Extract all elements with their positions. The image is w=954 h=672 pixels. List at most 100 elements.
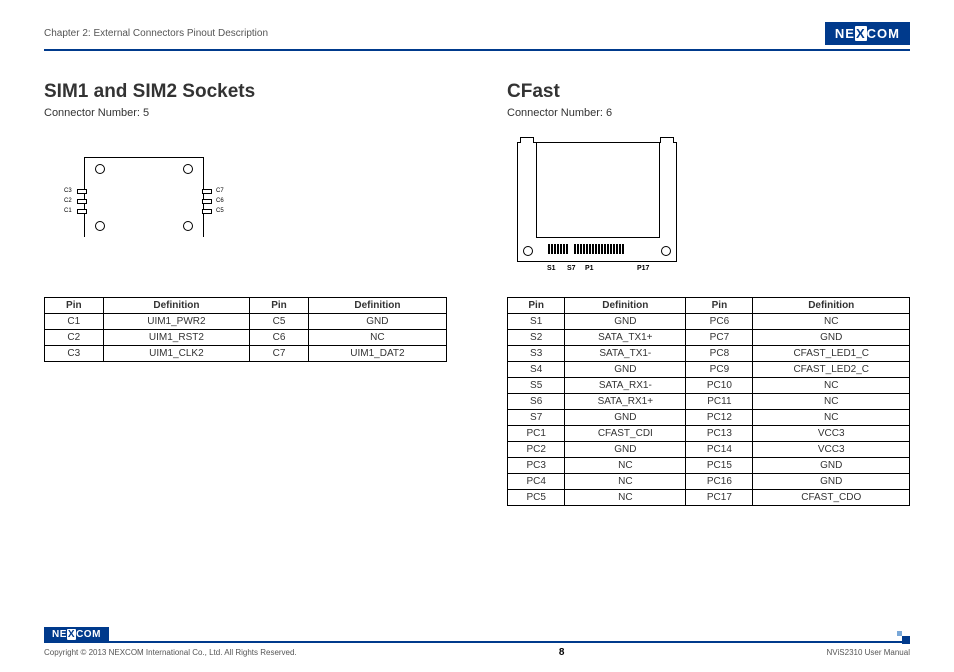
cell: PC16 xyxy=(686,474,753,490)
cell: NC xyxy=(753,378,910,394)
cell: NC xyxy=(753,314,910,330)
cell: S3 xyxy=(508,346,565,362)
sim-pin xyxy=(77,209,87,214)
cell: PC10 xyxy=(686,378,753,394)
sim-pin xyxy=(77,199,87,204)
cfast-subtitle: Connector Number: 6 xyxy=(507,107,910,119)
table-row: PC2GNDPC14VCC3 xyxy=(508,442,910,458)
cfast-pin-strip xyxy=(548,244,658,256)
table-row: S1GNDPC6NC xyxy=(508,314,910,330)
sim-mount-hole xyxy=(183,164,193,174)
cell: C2 xyxy=(45,330,104,346)
cell: VCC3 xyxy=(753,442,910,458)
cell: SATA_TX1+ xyxy=(565,330,686,346)
chapter-label: Chapter 2: External Connectors Pinout De… xyxy=(44,28,268,39)
col-header: Pin xyxy=(686,298,753,314)
header-rule xyxy=(44,49,910,51)
cell: PC15 xyxy=(686,458,753,474)
cell: GND xyxy=(565,314,686,330)
sim-subtitle: Connector Number: 5 xyxy=(44,107,447,119)
cell: PC9 xyxy=(686,362,753,378)
cell: GND xyxy=(753,330,910,346)
cfast-diagram: S1 S7 P1 P17 xyxy=(507,137,910,277)
sim-mount-hole xyxy=(183,221,193,231)
cell: VCC3 xyxy=(753,426,910,442)
cfast-inner-outline xyxy=(536,143,660,238)
sim-section: SIM1 and SIM2 Sockets Connector Number: … xyxy=(44,81,447,506)
page-header: Chapter 2: External Connectors Pinout De… xyxy=(44,22,910,45)
col-header: Pin xyxy=(45,298,104,314)
cell: S6 xyxy=(508,394,565,410)
cfast-tab xyxy=(520,137,534,143)
cfast-pin-label: S7 xyxy=(567,265,576,272)
cell: GND xyxy=(753,458,910,474)
cell: C6 xyxy=(250,330,309,346)
sim-pin xyxy=(202,189,212,194)
table-row: S7GNDPC12NC xyxy=(508,410,910,426)
cell: PC11 xyxy=(686,394,753,410)
manual-name: NViS2310 User Manual xyxy=(827,648,910,657)
sim-pin-label: C2 xyxy=(64,198,72,204)
cell: NC xyxy=(753,394,910,410)
cfast-mount-hole xyxy=(661,246,671,256)
cell: CFAST_LED2_C xyxy=(753,362,910,378)
cell: PC12 xyxy=(686,410,753,426)
cfast-pin-label: S1 xyxy=(547,265,556,272)
cell: PC4 xyxy=(508,474,565,490)
cell: NC xyxy=(308,330,446,346)
table-row: PC5NCPC17CFAST_CDO xyxy=(508,490,910,506)
cell: UIM1_CLK2 xyxy=(103,346,250,362)
cell: C7 xyxy=(250,346,309,362)
sim-pin-label: C3 xyxy=(64,188,72,194)
table-row: S5SATA_RX1-PC10NC xyxy=(508,378,910,394)
sim-mount-hole xyxy=(95,221,105,231)
copyright-text: Copyright © 2013 NEXCOM International Co… xyxy=(44,648,297,657)
cell: S4 xyxy=(508,362,565,378)
cell: C1 xyxy=(45,314,104,330)
col-header: Definition xyxy=(565,298,686,314)
cell: PC8 xyxy=(686,346,753,362)
cell: CFAST_CDI xyxy=(565,426,686,442)
table-row: C3UIM1_CLK2C7UIM1_DAT2 xyxy=(45,346,447,362)
sim-mount-hole xyxy=(95,164,105,174)
cell: CFAST_CDO xyxy=(753,490,910,506)
col-header: Pin xyxy=(508,298,565,314)
cell: PC5 xyxy=(508,490,565,506)
cell: PC1 xyxy=(508,426,565,442)
sim-body-outline xyxy=(84,157,204,237)
cell: UIM1_PWR2 xyxy=(103,314,250,330)
cell: S7 xyxy=(508,410,565,426)
cfast-outline xyxy=(517,142,677,262)
cell: NC xyxy=(565,474,686,490)
sim-pin xyxy=(77,189,87,194)
cell: GND xyxy=(565,410,686,426)
cfast-tab xyxy=(660,137,674,143)
sim-title: SIM1 and SIM2 Sockets xyxy=(44,81,447,103)
cfast-mount-hole xyxy=(523,246,533,256)
nexcom-logo: NEXCOM xyxy=(825,22,910,45)
cfast-section: CFast Connector Number: 6 S1 S7 P1 P17 xyxy=(507,81,910,506)
cell: SATA_RX1- xyxy=(565,378,686,394)
table-row: PC3NCPC15GND xyxy=(508,458,910,474)
cell: C3 xyxy=(45,346,104,362)
cell: S5 xyxy=(508,378,565,394)
cfast-pin-label: P17 xyxy=(637,265,649,272)
cell: GND xyxy=(565,442,686,458)
table-row: PC4NCPC16GND xyxy=(508,474,910,490)
table-row: S3SATA_TX1-PC8CFAST_LED1_C xyxy=(508,346,910,362)
col-header: Pin xyxy=(250,298,309,314)
col-header: Definition xyxy=(308,298,446,314)
col-header: Definition xyxy=(753,298,910,314)
cell: PC2 xyxy=(508,442,565,458)
table-row: C2UIM1_RST2C6NC xyxy=(45,330,447,346)
sim-pin xyxy=(202,209,212,214)
cell: NC xyxy=(565,490,686,506)
cell: PC17 xyxy=(686,490,753,506)
col-header: Definition xyxy=(103,298,250,314)
sim-pin-label: C1 xyxy=(64,208,72,214)
sim-diagram: C3 C2 C1 C7 C6 C5 xyxy=(44,137,447,277)
cell: SATA_RX1+ xyxy=(565,394,686,410)
cell: SATA_TX1- xyxy=(565,346,686,362)
page-number: 8 xyxy=(559,647,565,658)
page-footer: Copyright © 2013 NEXCOM International Co… xyxy=(44,641,910,658)
